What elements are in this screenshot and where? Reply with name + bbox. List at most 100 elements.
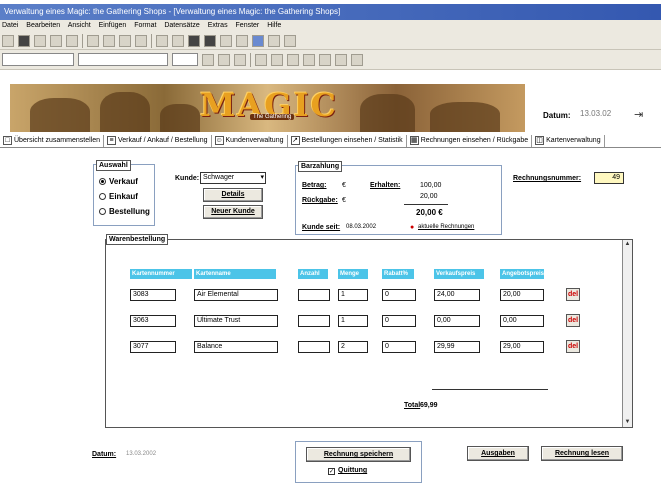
delete-row-button[interactable]: del	[566, 288, 580, 301]
column-header: Menge	[338, 269, 368, 279]
radio-einkauf[interactable]: Einkauf	[99, 192, 138, 201]
barzahlung-group: Barzahlung Betrag: € Erhalten: 100,00 Rü…	[295, 161, 502, 235]
cell-kartennummer[interactable]: 3083	[130, 289, 176, 301]
menu-ansicht[interactable]: Ansicht	[68, 22, 91, 29]
delete-row-button[interactable]: del	[566, 314, 580, 327]
cell-anzahl[interactable]	[298, 289, 330, 301]
paste-icon[interactable]	[119, 34, 131, 47]
align-center-icon[interactable]	[271, 53, 283, 66]
menu-extras[interactable]: Extras	[208, 22, 228, 29]
cell-kartenname[interactable]: Ultimate Trust	[194, 315, 278, 327]
ausgaben-button[interactable]: Ausgaben	[467, 446, 529, 461]
tab-kunden[interactable]: ☺ Kundenverwaltung	[212, 134, 288, 147]
rechnung-lesen-button[interactable]: Rechnung lesen	[541, 446, 623, 461]
find-icon[interactable]	[204, 34, 216, 47]
cell-kartenname[interactable]: Balance	[194, 341, 278, 353]
font-select[interactable]	[78, 53, 168, 66]
font-size-select[interactable]	[172, 53, 198, 66]
border-icon[interactable]	[351, 53, 363, 66]
italic-icon[interactable]	[218, 53, 230, 66]
new-record-icon[interactable]	[220, 34, 232, 47]
database-icon[interactable]	[252, 34, 264, 47]
menu-format[interactable]: Format	[134, 22, 156, 29]
menu-datei[interactable]: Datei	[2, 22, 18, 29]
help-icon[interactable]	[284, 34, 296, 47]
align-right-icon[interactable]	[287, 53, 299, 66]
cell-anzahl[interactable]	[298, 315, 330, 327]
radio-label: Bestellung	[109, 207, 150, 216]
total-label: Total	[404, 402, 421, 409]
door-exit-icon[interactable]: ⇥	[634, 108, 648, 121]
save-invoice-button[interactable]: Rechnung speichern	[306, 447, 411, 462]
sort-desc-icon[interactable]	[172, 34, 184, 47]
radio-bestellung[interactable]: Bestellung	[99, 207, 150, 216]
save-icon[interactable]	[18, 34, 30, 47]
menu-datensaetze[interactable]: Datensätze	[164, 22, 199, 29]
menu-einfuegen[interactable]: Einfügen	[99, 22, 127, 29]
cell-kartennummer[interactable]: 3063	[130, 315, 176, 327]
bold-icon[interactable]	[202, 53, 214, 66]
undo-icon[interactable]	[135, 34, 147, 47]
cell-rabatt[interactable]: 0	[382, 315, 416, 327]
radio-label: Einkauf	[109, 192, 138, 201]
line-color-icon[interactable]	[335, 53, 347, 66]
cell-menge[interactable]: 1	[338, 289, 368, 301]
cell-anzahl[interactable]	[298, 341, 330, 353]
cell-verkaufspreis[interactable]: 24,00	[434, 289, 480, 301]
cell-angebotspreis[interactable]: 20,00	[500, 289, 544, 301]
tab-uebersicht[interactable]: □ Übersicht zusammenstellen	[0, 134, 104, 147]
cell-angebotspreis[interactable]: 29,00	[500, 341, 544, 353]
cell-menge[interactable]: 2	[338, 341, 368, 353]
tab-karten[interactable]: ◫ Kartenverwaltung	[532, 134, 605, 147]
cell-rabatt[interactable]: 0	[382, 289, 416, 301]
quittung-checkbox[interactable]: ✓	[328, 468, 335, 475]
spellcheck-icon[interactable]	[66, 34, 78, 47]
menu-bearbeiten[interactable]: Bearbeiten	[26, 22, 60, 29]
cell-kartenname[interactable]: Air Elemental	[194, 289, 278, 301]
cell-angebotspreis[interactable]: 0,00	[500, 315, 544, 327]
menu-hilfe[interactable]: Hilfe	[267, 22, 281, 29]
delete-row-button[interactable]: del	[566, 340, 580, 353]
filter-icon[interactable]	[188, 34, 200, 47]
print-icon[interactable]	[34, 34, 46, 47]
cell-verkaufspreis[interactable]: 0,00	[434, 315, 480, 327]
kunde-seit-label: Kunde seit:	[302, 224, 341, 231]
menu-fenster[interactable]: Fenster	[236, 22, 260, 29]
tab-rechnungen[interactable]: ▦ Rechnungen einsehen / Rückgabe	[407, 134, 533, 147]
view-icon[interactable]	[2, 34, 14, 47]
invoice-icon: ▦	[409, 136, 419, 145]
vertical-scrollbar[interactable]: ▲ ▼	[622, 240, 632, 427]
copy-icon[interactable]	[103, 34, 115, 47]
details-button[interactable]: Details	[203, 188, 263, 202]
cell-rabatt[interactable]: 0	[382, 341, 416, 353]
aktuelle-rechnungen-link[interactable]: aktuelle Rechnungen	[418, 224, 474, 230]
scroll-up-icon[interactable]: ▲	[623, 240, 632, 249]
barzahlung-title: Barzahlung	[298, 161, 343, 172]
column-header: Kartenname	[194, 269, 276, 279]
delete-record-icon[interactable]	[236, 34, 248, 47]
menu-bar: Datei Bearbeiten Ansicht Einfügen Format…	[0, 20, 661, 32]
column-header: Kartennummer	[130, 269, 192, 279]
total-value: 69,99	[420, 402, 438, 409]
kunde-select[interactable]: Schwager ▾	[200, 172, 266, 184]
magic-banner: MAGIC The Gathering	[10, 84, 525, 132]
cell-kartennummer[interactable]: 3077	[130, 341, 176, 353]
font-color-icon[interactable]	[319, 53, 331, 66]
align-left-icon[interactable]	[255, 53, 267, 66]
underline-icon[interactable]	[234, 53, 246, 66]
new-customer-button[interactable]: Neuer Kunde	[203, 205, 263, 219]
radio-verkauf[interactable]: Verkauf	[99, 177, 138, 186]
tab-bestellungen[interactable]: ↗ Bestellungen einsehen / Statistik	[288, 134, 407, 147]
cut-icon[interactable]	[87, 34, 99, 47]
fill-color-icon[interactable]	[303, 53, 315, 66]
scroll-down-icon[interactable]: ▼	[623, 418, 632, 427]
tab-verkauf[interactable]: ≡ Verkauf / Ankauf / Bestellung	[104, 134, 212, 147]
cell-menge[interactable]: 1	[338, 315, 368, 327]
cell-verkaufspreis[interactable]: 29,99	[434, 341, 480, 353]
preview-icon[interactable]	[50, 34, 62, 47]
object-select[interactable]	[2, 53, 74, 66]
column-header: Angebotspreis	[500, 269, 544, 279]
sort-asc-icon[interactable]	[156, 34, 168, 47]
cart-icon: ≡	[106, 136, 116, 145]
new-object-icon[interactable]	[268, 34, 280, 47]
